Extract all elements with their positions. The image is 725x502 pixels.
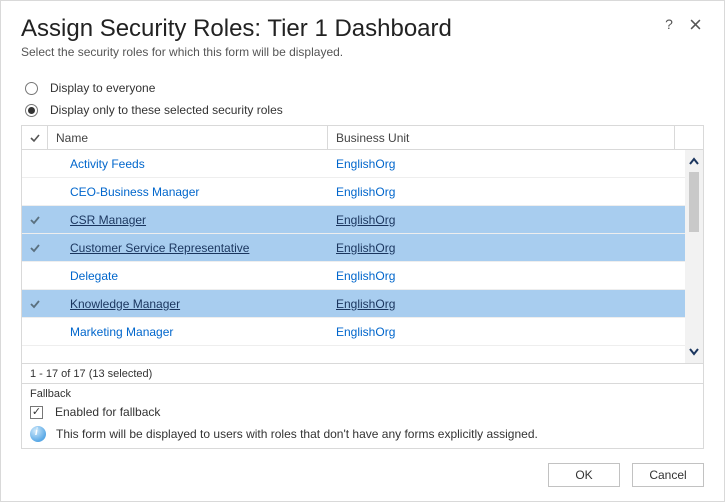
scroll-thumb[interactable]	[689, 172, 699, 232]
radio-display-everyone[interactable]: Display to everyone	[25, 77, 704, 99]
column-picker[interactable]	[675, 126, 703, 149]
ok-button[interactable]: OK	[548, 463, 620, 487]
scroll-down-icon[interactable]	[688, 345, 700, 359]
row-business-unit-link[interactable]: EnglishOrg	[328, 185, 685, 199]
row-name-link[interactable]: CSR Manager	[48, 213, 328, 227]
row-name-link[interactable]: Activity Feeds	[48, 157, 328, 171]
radio-label: Display only to these selected security …	[50, 103, 283, 117]
row-business-unit-link[interactable]: EnglishOrg	[328, 297, 685, 311]
row-name-link[interactable]: Customer Service Representative	[48, 241, 328, 255]
select-all-checkbox[interactable]	[22, 126, 48, 149]
table-row[interactable]: CEO-Business ManagerEnglishOrg	[22, 178, 685, 206]
cancel-button[interactable]: Cancel	[632, 463, 704, 487]
fallback-checkbox-label: Enabled for fallback	[55, 405, 160, 419]
fallback-heading: Fallback	[30, 388, 695, 400]
table-row[interactable]: Activity FeedsEnglishOrg	[22, 150, 685, 178]
table-row[interactable]: DelegateEnglishOrg	[22, 262, 685, 290]
scroll-up-icon[interactable]	[688, 154, 700, 168]
page-title: Assign Security Roles: Tier 1 Dashboard	[21, 15, 652, 43]
grid-pager: 1 - 17 of 17 (13 selected)	[22, 363, 703, 383]
row-business-unit-link[interactable]: EnglishOrg	[328, 157, 685, 171]
row-name-link[interactable]: Marketing Manager	[48, 325, 328, 339]
radio-display-selected[interactable]: Display only to these selected security …	[25, 99, 704, 121]
grid-header: Name Business Unit	[22, 126, 703, 150]
close-icon[interactable]	[686, 15, 704, 33]
row-checkbox[interactable]	[22, 298, 48, 310]
row-checkbox[interactable]	[22, 242, 48, 254]
fallback-info-text: This form will be displayed to users wit…	[56, 427, 538, 441]
row-business-unit-link[interactable]: EnglishOrg	[328, 325, 685, 339]
radio-icon	[25, 82, 38, 95]
info-icon	[30, 426, 46, 442]
column-header-business-unit[interactable]: Business Unit	[328, 126, 675, 149]
column-header-name[interactable]: Name	[48, 126, 328, 149]
row-business-unit-link[interactable]: EnglishOrg	[328, 269, 685, 283]
table-row[interactable]: Customer Service RepresentativeEnglishOr…	[22, 234, 685, 262]
scrollbar[interactable]	[685, 150, 703, 363]
table-row[interactable]: CSR ManagerEnglishOrg	[22, 206, 685, 234]
table-row[interactable]: Marketing ManagerEnglishOrg	[22, 318, 685, 346]
row-checkbox[interactable]	[22, 214, 48, 226]
radio-label: Display to everyone	[50, 81, 155, 95]
page-subtitle: Select the security roles for which this…	[21, 45, 704, 59]
fallback-section: Fallback Enabled for fallback This form …	[21, 384, 704, 449]
radio-icon	[25, 104, 38, 117]
row-name-link[interactable]: CEO-Business Manager	[48, 185, 328, 199]
fallback-checkbox[interactable]	[30, 406, 43, 419]
row-name-link[interactable]: Knowledge Manager	[48, 297, 328, 311]
help-icon[interactable]: ?	[660, 15, 678, 33]
row-business-unit-link[interactable]: EnglishOrg	[328, 213, 685, 227]
row-name-link[interactable]: Delegate	[48, 269, 328, 283]
roles-grid: Name Business Unit Activity FeedsEnglish…	[21, 125, 704, 384]
table-row[interactable]: Knowledge ManagerEnglishOrg	[22, 290, 685, 318]
row-business-unit-link[interactable]: EnglishOrg	[328, 241, 685, 255]
